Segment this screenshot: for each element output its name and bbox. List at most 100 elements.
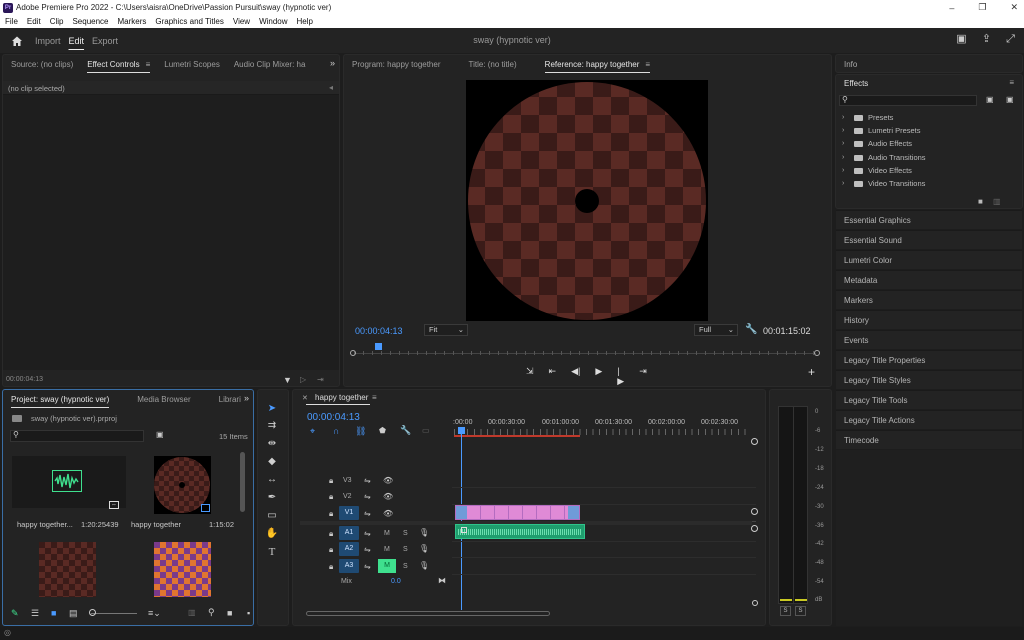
timeline-horizontal-scrollbar[interactable] [306,611,550,616]
mix-go-to-icon[interactable]: ⧓ [438,576,446,585]
microphone-icon[interactable]: 🎙︎ [419,561,429,570]
vscroll-handle[interactable] [751,508,758,515]
yuv-effects-icon[interactable]: ▣ [1006,95,1014,104]
transition-marker[interactable] [456,506,467,519]
restore-button[interactable]: ❐ [978,2,986,13]
captions-icon[interactable]: ▭ [422,426,430,435]
lock-icon[interactable]: 🔒︎ [329,562,333,572]
sync-lock-icon[interactable]: ⇋ [364,509,371,518]
track-target-a3[interactable]: A3 [339,559,359,573]
playhead-marker[interactable] [375,343,382,350]
effects-item-video-transitions[interactable]: › Video Transitions [842,177,925,190]
add-marker-icon[interactable]: ⬟ [379,426,386,435]
lock-icon[interactable]: 🔒︎ [329,492,333,502]
lock-icon[interactable]: 🔒︎ [329,529,333,539]
program-timecode[interactable]: 00:00:04:13 [355,326,403,336]
type-tool-icon[interactable]: T [264,545,280,559]
panel-essential-graphics[interactable]: Essential Graphics [836,210,1022,229]
home-icon[interactable] [11,35,23,47]
workspace-export[interactable]: Export [92,36,118,46]
workspace-import[interactable]: Import [35,36,61,46]
panel-menu-icon[interactable]: ≡ [1009,78,1014,87]
video-clip[interactable] [455,505,580,520]
new-search-bin-icon[interactable]: ▣ [156,430,164,439]
fit-dropdown[interactable]: Fit ⌄ [424,324,468,336]
find-icon[interactable]: ⚲ [208,607,215,618]
tab-audio-clip-mixer[interactable]: Audio Clip Mixer: ha [234,60,306,69]
lock-icon[interactable]: 🔒︎ [329,509,333,519]
new-item-icon[interactable]: ▪ [247,608,250,618]
panel-legacy-title-styles[interactable]: Legacy Title Styles [836,370,1022,389]
menu-help[interactable]: Help [297,17,313,26]
panel-menu-icon[interactable]: ≡ [146,60,151,69]
lock-icon[interactable]: 🔒︎ [329,476,333,486]
tab-effect-controls[interactable]: Effect Controls ≡ [87,60,151,73]
more-tabs-icon[interactable]: » [244,393,249,403]
timeline-settings-icon[interactable]: 🔧 [400,425,411,436]
tab-project[interactable]: Project: sway (hypnotic ver) [11,395,110,408]
panel-legacy-title-actions[interactable]: Legacy Title Actions [836,410,1022,429]
sort-icon[interactable]: ≡⌄ [148,608,161,619]
audio-clip[interactable] [455,524,585,539]
eye-icon[interactable]: 👁︎ [383,492,393,501]
tab-source[interactable]: Source: (no clips) [11,60,73,69]
timeline-zoom-handle[interactable] [751,438,758,445]
new-bin-icon[interactable]: ■ [978,197,983,206]
more-tabs-icon[interactable]: » [330,58,335,68]
panel-markers[interactable]: Markers [836,290,1022,309]
track-select-tool-icon[interactable]: ⇉ [264,419,280,433]
panel-essential-sound[interactable]: Essential Sound [836,230,1022,249]
new-preset-bin-icon[interactable]: ▣ [986,95,994,104]
close-tab-icon[interactable]: ✕ [302,394,308,402]
hand-tool-icon[interactable]: ✋ [264,527,280,541]
step-back-icon[interactable]: ◀| [571,366,580,378]
insert-marker-icon[interactable]: ⇲ [526,366,534,378]
tab-info[interactable]: Info [844,60,857,69]
mute-button[interactable]: M [384,546,390,553]
solo-button[interactable]: S [403,546,408,553]
panel-events[interactable]: Events [836,330,1022,349]
list-view-icon[interactable]: ☰ [31,608,39,619]
eye-icon[interactable]: 👁︎ [383,509,393,518]
sync-lock-icon[interactable]: ⇋ [364,562,371,571]
play-stop-icon[interactable]: ▶ [595,366,602,378]
razor-tool-icon[interactable]: ◆ [264,455,280,469]
project-search-input[interactable] [10,430,144,442]
tab-reference[interactable]: Reference: happy together ≡ [544,60,651,73]
effects-item-audio-transitions[interactable]: › Audio Transitions [842,151,926,164]
sync-lock-icon[interactable]: ⇋ [364,545,371,554]
play-audio-icon[interactable]: ▷ [300,375,306,384]
export-frame-icon[interactable]: ⇥ [317,375,324,384]
go-to-in-icon[interactable]: ⇤ [549,366,557,378]
menu-markers[interactable]: Markers [118,17,147,26]
panel-menu-icon[interactable]: ≡ [372,393,377,402]
project-scrollbar[interactable] [240,452,245,512]
menu-graphics[interactable]: Graphics and Titles [155,17,223,26]
tab-libraries[interactable]: Librari [219,395,241,404]
menu-clip[interactable]: Clip [50,17,64,26]
panel-menu-icon[interactable]: ≡ [645,60,650,69]
quality-dropdown[interactable]: Full ⌄ [694,324,738,336]
tab-media-browser[interactable]: Media Browser [137,395,190,404]
sync-lock-icon[interactable]: ⇋ [364,529,371,538]
tab-lumetri-scopes[interactable]: Lumetri Scopes [164,60,220,69]
linked-selection-icon[interactable]: ⛓ [355,426,366,437]
close-button[interactable]: ✕ [1010,2,1018,13]
selection-tool-icon[interactable]: ➤ [264,402,280,416]
quick-export-icon[interactable]: ▣ [955,33,968,46]
menu-window[interactable]: Window [259,17,287,26]
rectangle-tool-icon[interactable]: ▭ [264,509,280,523]
new-bin-icon[interactable]: ■ [227,608,232,618]
track-target-a1[interactable]: A1 [339,526,359,540]
timeline-timecode[interactable]: 00:00:04:13 [307,412,360,423]
zoom-slider[interactable] [91,613,137,614]
panel-legacy-title-tools[interactable]: Legacy Title Tools [836,390,1022,409]
background-task-icon[interactable]: ◎ [4,628,11,637]
scrub-end-handle[interactable] [814,350,820,356]
scrub-start-handle[interactable] [350,350,356,356]
playhead-handle[interactable] [458,427,465,434]
track-target-a2[interactable]: A2 [339,542,359,556]
minimize-button[interactable]: – [949,3,954,13]
tab-title[interactable]: Title: (no title) [469,60,517,69]
program-scrub-bar[interactable] [350,343,820,357]
